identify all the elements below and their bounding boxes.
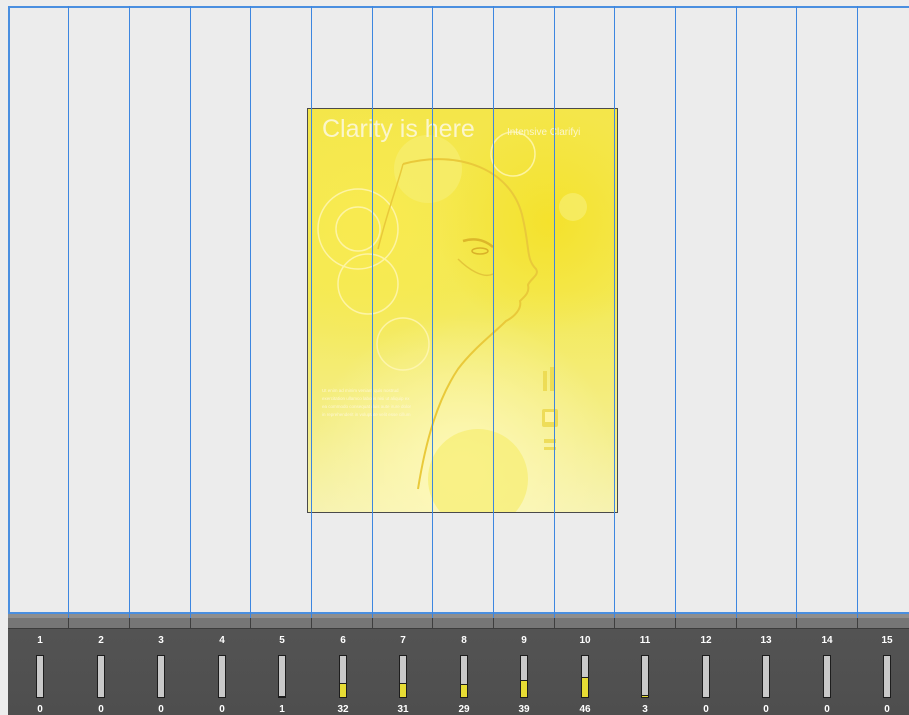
ruler-tick: [372, 618, 373, 628]
timeline-track-4[interactable]: 4 0: [192, 628, 252, 715]
ruler-tick: [736, 618, 737, 628]
timeline-track-7[interactable]: 7 31: [373, 628, 433, 715]
track-count: 31: [397, 704, 409, 715]
track-number: 13: [760, 635, 772, 646]
track-number: 8: [461, 635, 467, 646]
meter-fill: [582, 676, 588, 697]
ruler-tick: [190, 618, 191, 628]
timeline-panel: 1 0 2 0 3 0 4 0 5 1 6 32 7 31 8 29 9 39: [8, 618, 909, 715]
track-level-meter: [399, 655, 407, 698]
meter-fill: [400, 683, 406, 697]
track-count: 3: [642, 704, 648, 715]
timeline-track-13[interactable]: 13 0: [736, 628, 796, 715]
ruler-tick: [614, 618, 615, 628]
track-level-meter: [218, 655, 226, 698]
meter-fill: [461, 683, 467, 697]
ruler-tick: [796, 618, 797, 628]
track-count: 0: [884, 704, 890, 715]
track-count: 46: [579, 704, 591, 715]
track-number: 6: [340, 635, 346, 646]
meter-fill: [340, 682, 346, 697]
timeline-track-1[interactable]: 1 0: [10, 628, 70, 715]
track-number: 3: [158, 635, 164, 646]
track-count: 39: [518, 704, 530, 715]
track-count: 0: [763, 704, 769, 715]
track-number: 2: [98, 635, 104, 646]
timeline-track-10[interactable]: 10 46: [555, 628, 615, 715]
track-level-meter: [278, 655, 286, 698]
track-count: 0: [98, 704, 104, 715]
poster-illustration: [317, 131, 587, 512]
ruler-tick: [68, 618, 69, 628]
meter-fill: [642, 695, 648, 697]
track-count: 0: [703, 704, 709, 715]
track-number: 1: [37, 635, 43, 646]
timeline-track-12[interactable]: 12 0: [676, 628, 736, 715]
track-level-meter: [157, 655, 165, 698]
ruler-tick: [857, 618, 858, 628]
track-level-meter: [883, 655, 891, 698]
track-count: 29: [458, 704, 470, 715]
track-level-meter: [520, 655, 528, 698]
track-count: 0: [37, 704, 43, 715]
meter-fill: [279, 696, 285, 697]
timeline-track-8[interactable]: 8 29: [434, 628, 494, 715]
track-count: 0: [824, 704, 830, 715]
track-count: 0: [219, 704, 225, 715]
ruler-tick: [250, 618, 251, 628]
timeline-track-15[interactable]: 15 0: [857, 628, 909, 715]
ruler-tick: [432, 618, 433, 628]
timeline-track-5[interactable]: 5 1: [252, 628, 312, 715]
meter-fill: [521, 679, 527, 697]
track-count: 0: [158, 704, 164, 715]
track-level-meter: [762, 655, 770, 698]
track-level-meter: [97, 655, 105, 698]
poster-artboard[interactable]: Clarity is here Intensive Clarifyi Ut en…: [307, 108, 618, 513]
timeline-track-3[interactable]: 3 0: [131, 628, 191, 715]
track-count: 1: [279, 704, 285, 715]
poster-body-text: Ut enim ad minim veniam quis nostrud exe…: [322, 388, 412, 417]
timeline-track-14[interactable]: 14 0: [797, 628, 857, 715]
track-number: 15: [881, 635, 893, 646]
ruler-tick: [129, 618, 130, 628]
track-number: 11: [639, 635, 651, 646]
track-level-meter: [702, 655, 710, 698]
track-level-meter: [460, 655, 468, 698]
ruler-tick: [554, 618, 555, 628]
track-number: 10: [579, 635, 591, 646]
track-number: 7: [400, 635, 406, 646]
ruler-tick: [675, 618, 676, 628]
track-number: 12: [700, 635, 712, 646]
timeline-track-2[interactable]: 2 0: [71, 628, 131, 715]
track-number: 14: [821, 635, 833, 646]
timeline-track-9[interactable]: 9 39: [494, 628, 554, 715]
track-level-meter: [823, 655, 831, 698]
track-level-meter: [339, 655, 347, 698]
ruler-tick: [311, 618, 312, 628]
track-number: 5: [279, 635, 285, 646]
track-number: 4: [219, 635, 225, 646]
ruler-tick: [493, 618, 494, 628]
track-level-meter: [36, 655, 44, 698]
poster-headline: Clarity is here: [322, 115, 475, 143]
track-number: 9: [521, 635, 527, 646]
track-count: 32: [337, 704, 349, 715]
track-level-meter: [641, 655, 649, 698]
timeline-track-11[interactable]: 11 3: [615, 628, 675, 715]
poster-subheadline: Intensive Clarifyi: [507, 127, 581, 138]
track-level-meter: [581, 655, 589, 698]
timeline-track-6[interactable]: 6 32: [313, 628, 373, 715]
